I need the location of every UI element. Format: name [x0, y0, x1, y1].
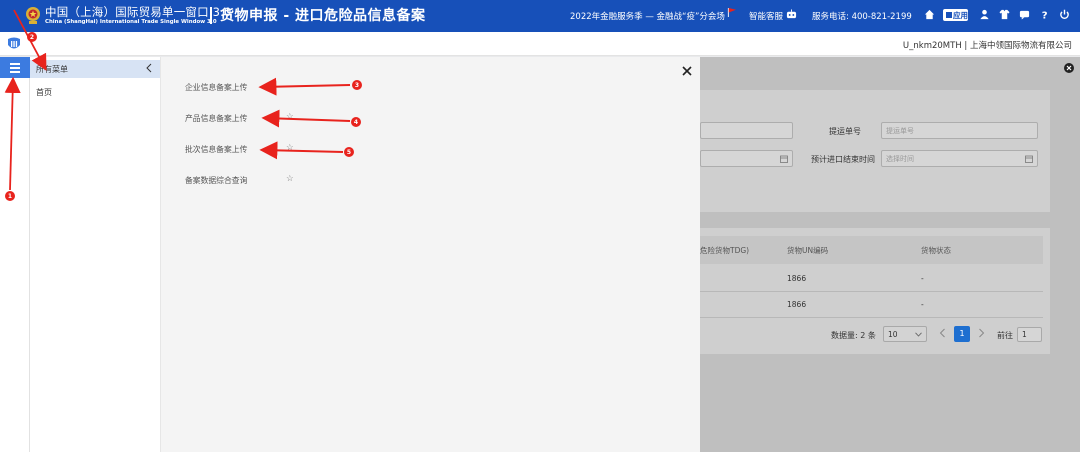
table-cell-status: - — [921, 274, 924, 283]
flag-icon — [727, 8, 736, 17]
brand-title-cn: 中国（上海）国际贸易单一窗口 3.0 — [45, 5, 232, 19]
submenu-item-enterprise-upload[interactable]: 企业信息备案上传 — [185, 82, 247, 93]
eta-end-placeholder: 选择时间 — [886, 155, 914, 163]
chevron-left-icon[interactable] — [146, 63, 152, 73]
bill-number-input[interactable]: 提运单号 — [881, 122, 1038, 139]
home-icon[interactable] — [924, 9, 935, 20]
table-cell-un-code: 1866 — [787, 274, 807, 283]
left-rail — [0, 57, 30, 452]
help-icon[interactable]: ? — [1039, 9, 1050, 20]
app-root: 中国（上海）国际贸易单一窗口 3.0 China (ShangHai) Inte… — [0, 0, 1080, 452]
national-emblem-icon — [26, 7, 40, 24]
calendar-icon — [780, 155, 788, 163]
submenu-item-batch-upload[interactable]: 批次信息备案上传 — [185, 144, 247, 155]
submenu-item-product-upload[interactable]: 产品信息备案上传 — [185, 113, 247, 124]
title-divider — [210, 7, 212, 24]
goto-page-input[interactable]: 1 — [1017, 327, 1042, 342]
row-divider — [700, 317, 1043, 318]
submenu-panel: 企业信息备案上传 产品信息备案上传 ☆ 批次信息备案上传 ☆ 备案数据综合查询 … — [160, 57, 700, 452]
service-phone: 服务电话: 400-821-2199 — [812, 12, 912, 22]
page-title: 货物申报 - 进口危险品信息备案 — [220, 8, 426, 24]
pager-total: 数据量: 2 条 — [831, 331, 876, 340]
hamburger-icon — [10, 63, 20, 65]
apps-grid-icon — [946, 12, 952, 18]
apps-label: 应用 — [953, 11, 968, 20]
page-size-value: 10 — [888, 330, 898, 339]
column-header: 货物状态 — [921, 246, 951, 255]
submenu-item-record-query[interactable]: 备案数据综合查询 — [185, 175, 247, 186]
table-cell-status: - — [921, 300, 924, 309]
apps-button[interactable]: 应用 — [943, 9, 968, 21]
all-menu-label: 所有菜单 — [36, 65, 68, 74]
menu-toggle-button[interactable] — [0, 57, 30, 78]
customs-logo-icon — [8, 37, 20, 49]
favorite-star-icon[interactable]: ☆ — [286, 174, 294, 184]
message-icon[interactable] — [1019, 9, 1030, 20]
background-close-icon[interactable] — [1064, 63, 1074, 73]
table-cell-un-code: 1866 — [787, 300, 807, 309]
top-header: 中国（上海）国际贸易单一窗口 3.0 China (ShangHai) Inte… — [0, 0, 1080, 32]
all-menu-header[interactable]: 所有菜单 — [30, 60, 160, 78]
goto-label: 前往 — [997, 331, 1013, 340]
power-icon[interactable] — [1059, 9, 1070, 20]
eta-end-input[interactable]: 选择时间 — [881, 150, 1038, 167]
bg-input-left-1[interactable] — [700, 122, 793, 139]
goto-page-value: 1 — [1022, 330, 1027, 339]
column-header: 货物UN编码 — [787, 246, 829, 255]
bill-number-label: 提运单号 — [829, 127, 861, 136]
eta-end-label: 预计进口结束时间 — [811, 155, 875, 164]
favorite-star-icon[interactable]: ☆ — [286, 143, 294, 153]
calendar-icon — [1025, 155, 1033, 163]
brand-title-en: China (ShangHai) International Trade Sin… — [45, 19, 217, 25]
svg-text:?: ? — [1042, 11, 1048, 20]
user-icon[interactable] — [979, 9, 990, 20]
bg-date-input-left[interactable] — [700, 150, 793, 167]
user-company-info: U_nkm20MTH | 上海中领国际物流有限公司 — [902, 41, 1072, 51]
menu-item-home[interactable]: 首页 — [36, 87, 52, 98]
all-menu-panel: 所有菜单 首页 — [30, 57, 160, 452]
robot-icon[interactable] — [786, 9, 797, 20]
promo-link[interactable]: 2022年金融服务季 — 金融战“疫”分会场 — [570, 10, 725, 22]
close-icon[interactable] — [681, 65, 693, 77]
row-divider — [700, 291, 1043, 292]
table-header-row: 危险货物TDG) 货物UN编码 货物状态 — [700, 236, 1043, 264]
shirt-icon[interactable] — [999, 9, 1010, 20]
sub-header: U_nkm20MTH | 上海中领国际物流有限公司 — [0, 32, 1080, 56]
next-page-icon[interactable] — [978, 328, 985, 338]
favorite-star-icon[interactable]: ☆ — [286, 112, 294, 122]
page-size-select[interactable]: 10 — [883, 326, 927, 342]
current-page-button[interactable]: 1 — [954, 326, 970, 342]
chevron-down-icon — [915, 332, 922, 337]
smart-support-link[interactable]: 智能客服 — [749, 10, 783, 22]
bill-number-placeholder: 提运单号 — [886, 127, 914, 135]
prev-page-icon[interactable] — [939, 328, 946, 338]
column-header: 危险货物TDG) — [700, 246, 750, 255]
